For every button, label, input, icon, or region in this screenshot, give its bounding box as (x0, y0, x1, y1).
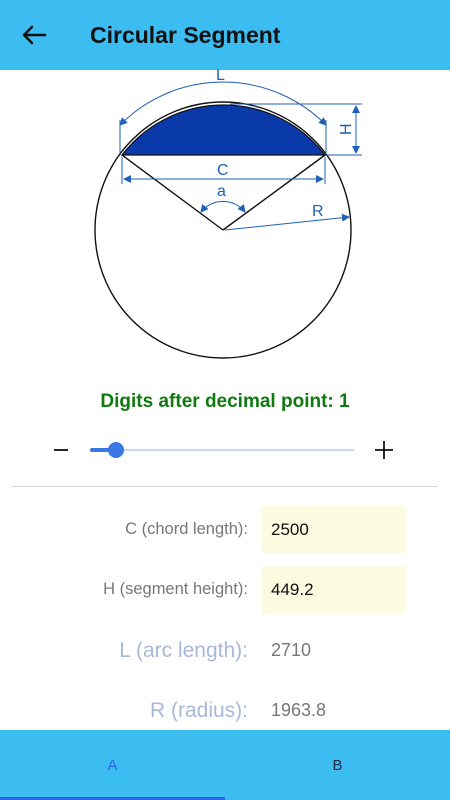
digits-slider[interactable] (90, 440, 354, 460)
digits-after-decimal-label: Digits after decimal point: 1 (100, 391, 350, 412)
section-divider (12, 486, 438, 487)
label-h: H (338, 123, 355, 135)
slider-track (90, 449, 354, 451)
radius-label: R (radius): (149, 699, 248, 722)
plus-icon (375, 441, 393, 459)
label-r: R (312, 203, 324, 220)
arrow-left-icon (22, 25, 47, 45)
chord-length-input[interactable]: 2500 (261, 506, 405, 553)
arc-length-label: L (arc length): (119, 639, 248, 662)
segment-height-input[interactable]: 449.2 (261, 566, 405, 613)
radius-value: 1963.8 (271, 700, 327, 720)
circular-segment-fill (120, 104, 327, 156)
increase-digits-button[interactable] (366, 432, 402, 468)
app-bar: Circular Segment (0, 0, 450, 70)
bottom-tab-bar: A B (0, 730, 450, 800)
chord-length-label: C (chord length): (125, 520, 248, 538)
label-l: L (216, 67, 225, 84)
arc-length-value: 2710 (271, 640, 312, 660)
label-a: a (217, 183, 226, 200)
circular-segment-diagram: L H C a R (94, 67, 362, 359)
tab-a[interactable]: A (0, 730, 225, 800)
decrease-digits-button[interactable] (44, 434, 78, 466)
back-button[interactable] (14, 17, 54, 53)
segment-height-label: H (segment height): (103, 580, 248, 598)
slider-thumb[interactable] (108, 442, 125, 458)
minus-icon (54, 449, 68, 451)
tab-b[interactable]: B (225, 730, 450, 800)
page-title: Circular Segment (90, 22, 281, 48)
label-c: C (217, 162, 229, 179)
